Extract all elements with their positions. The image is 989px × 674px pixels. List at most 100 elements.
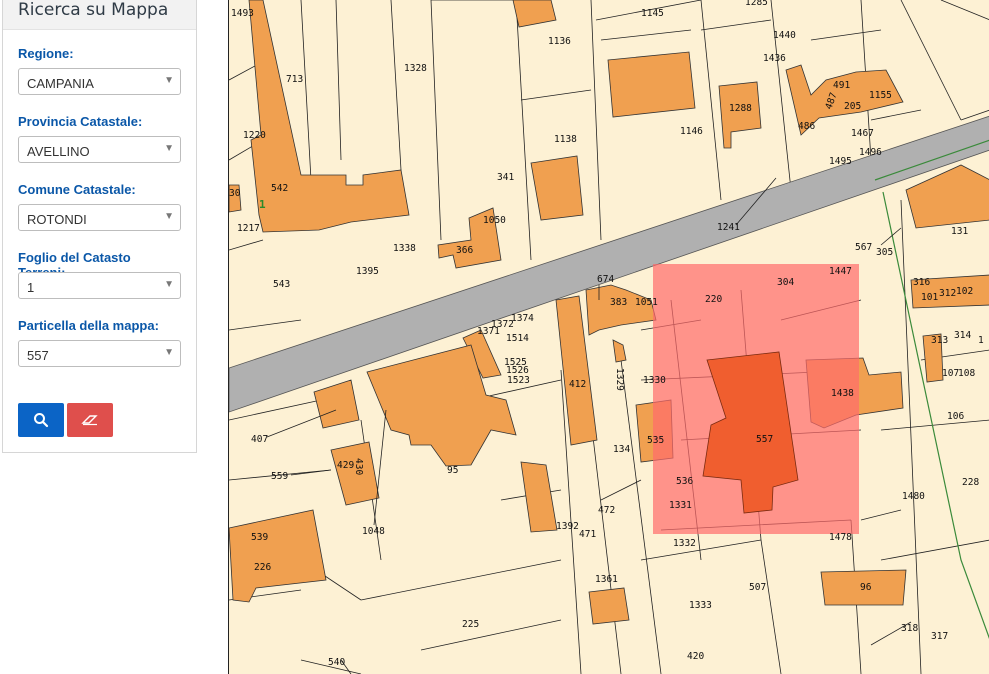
- parcel-label: 420: [687, 651, 704, 662]
- parcel-label: 1496: [859, 147, 882, 158]
- parcel-label: 1138: [554, 134, 577, 145]
- parcel-label: 1050: [483, 215, 506, 226]
- parcel-label: 1523: [507, 375, 530, 386]
- parcel-label: 134: [613, 444, 630, 455]
- parcel-label: 1051: [635, 297, 658, 308]
- region-select[interactable]: CAMPANIA ▼: [18, 68, 181, 95]
- sheet-select[interactable]: 1 ▼: [18, 272, 181, 299]
- parcel-label: 226: [254, 562, 271, 573]
- parcel-label: 95: [447, 465, 458, 476]
- parcel-label: 1146: [680, 126, 703, 137]
- parcel-label: 1333: [689, 600, 712, 611]
- parcel-label: 1361: [595, 574, 618, 585]
- parcel-label: 341: [497, 172, 514, 183]
- parcel-label: 1392: [556, 521, 579, 532]
- search-icon: [34, 413, 49, 428]
- parcel-label: 1155: [869, 90, 892, 101]
- parcel-label: 539: [251, 532, 268, 543]
- parcel-label: 471: [579, 529, 596, 540]
- parcel-label: 1048: [362, 526, 385, 537]
- panel-title: Ricerca su Mappa: [18, 0, 169, 20]
- parcel-label: 535: [647, 435, 664, 446]
- parcel-label: 1241: [717, 222, 740, 233]
- parcel-label: 107: [942, 368, 959, 379]
- parcel-label: 225: [462, 619, 479, 630]
- chevron-down-icon: ▼: [164, 347, 174, 358]
- parcel-label: 1438: [831, 388, 854, 399]
- parcel-label: 305: [876, 247, 893, 258]
- parcel-label: 430: [353, 458, 364, 475]
- parcel-label: 1514: [506, 333, 529, 344]
- parcel-label: 317: [931, 631, 948, 642]
- province-value: AVELLINO: [27, 144, 90, 159]
- province-field: Provincia Catastale: AVELLINO ▼: [18, 114, 181, 163]
- parcel-label: 1330: [643, 375, 666, 386]
- map-canvas[interactable]: 1 14937131220542121730543132813951338113…: [229, 0, 989, 674]
- province-select[interactable]: AVELLINO ▼: [18, 136, 181, 163]
- parcel-label: 1467: [851, 128, 874, 139]
- cadastral-map[interactable]: 1 1493 713 1220 542 1217 30 543 1328 1395 1338 113…: [228, 0, 989, 674]
- parcel-label: 1447: [829, 266, 852, 277]
- parcel-label: 1332: [673, 538, 696, 549]
- parcel-label: 1480: [902, 491, 925, 502]
- parcel-label: 312: [939, 288, 956, 299]
- parcel-field: Particella della mappa: 557 ▼: [18, 318, 181, 367]
- parcel-label: 1136: [548, 36, 571, 47]
- sheet-field: Foglio del Catasto Terreni: 1 ▼: [18, 250, 181, 299]
- parcel-label: 220: [705, 294, 722, 305]
- parcel-label: 1331: [669, 500, 692, 511]
- parcel-label: 1: [978, 335, 984, 346]
- parcel-value: 557: [27, 348, 49, 363]
- parcel-label: 429: [337, 460, 354, 471]
- parcel-label: 1440: [773, 30, 796, 41]
- region-label: Regione:: [18, 46, 74, 61]
- parcel-label: 540: [328, 657, 345, 668]
- parcel-label: 1328: [404, 63, 427, 74]
- parcel-label: 304: [777, 277, 794, 288]
- parcel-label: 318: [901, 623, 918, 634]
- parcel-label: 313: [931, 335, 948, 346]
- municipality-label: Comune Catastale:: [18, 182, 136, 197]
- parcel-label: 228: [962, 477, 979, 488]
- eraser-icon: [81, 415, 98, 426]
- province-label: Provincia Catastale:: [18, 114, 143, 129]
- parcel-label: 472: [598, 505, 615, 516]
- parcel-label: 1493: [231, 8, 254, 19]
- search-button[interactable]: [18, 403, 64, 437]
- parcel-label: 102: [956, 286, 973, 297]
- chevron-down-icon: ▼: [164, 143, 174, 154]
- region-field: Regione: CAMPANIA ▼: [18, 46, 181, 95]
- parcel-label: 366: [456, 245, 473, 256]
- parcel-label: 486: [798, 121, 815, 132]
- parcel-label: 1145: [641, 8, 664, 19]
- main-road: [229, 115, 989, 413]
- parcel-label: 205: [844, 101, 861, 112]
- parcel-label: 1374: [511, 313, 534, 324]
- parcel-label: 1436: [763, 53, 786, 64]
- parcel-label: 557: [756, 434, 773, 445]
- search-panel: Ricerca su Mappa Regione: CAMPANIA ▼ Pro…: [2, 0, 197, 453]
- parcel-label: 713: [286, 74, 303, 85]
- parcel-label: 1220: [243, 130, 266, 141]
- clear-button[interactable]: [67, 403, 113, 437]
- parcel-label: 1285: [745, 0, 768, 8]
- parcel-label: 567: [855, 242, 872, 253]
- chevron-down-icon: ▼: [164, 279, 174, 290]
- parcel-label: 412: [569, 379, 586, 390]
- panel-header: Ricerca su Mappa: [3, 0, 196, 30]
- parcel-label: 131: [951, 226, 968, 237]
- chevron-down-icon: ▼: [164, 211, 174, 222]
- parcel-select[interactable]: 557 ▼: [18, 340, 181, 367]
- parcel-label: 1288: [729, 103, 752, 114]
- parcel-label: Particella della mappa:: [18, 318, 159, 333]
- chevron-down-icon: ▼: [164, 75, 174, 86]
- sheet-number-label: 1: [259, 198, 266, 211]
- parcel-label: 507: [749, 582, 766, 593]
- parcel-label: 559: [271, 471, 288, 482]
- parcel-label: 1395: [356, 266, 379, 277]
- municipality-field: Comune Catastale: ROTONDI ▼: [18, 182, 181, 231]
- municipality-select[interactable]: ROTONDI ▼: [18, 204, 181, 231]
- parcel-label: 674: [597, 274, 614, 285]
- municipality-value: ROTONDI: [27, 212, 87, 227]
- parcel-label: 106: [947, 411, 964, 422]
